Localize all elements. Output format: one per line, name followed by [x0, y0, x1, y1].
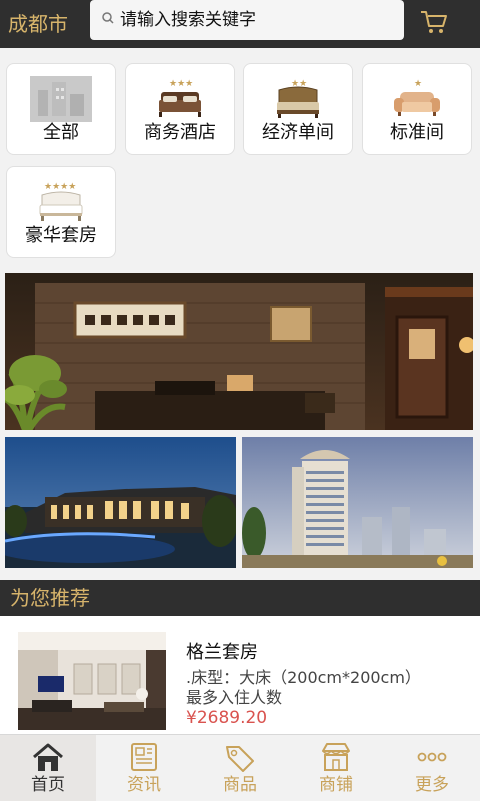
category-economy-room[interactable]: ★★ 经济单间: [243, 63, 353, 155]
product-thumbnail[interactable]: [18, 632, 166, 730]
product-name[interactable]: 格兰套房: [186, 638, 258, 664]
nav-label: 商铺: [319, 775, 353, 795]
nav-news[interactable]: 资讯: [96, 735, 192, 801]
category-label: 标准间: [390, 122, 444, 143]
recommend-title: 为您推荐: [10, 586, 90, 610]
category-standard-room[interactable]: ★ 标准间: [362, 63, 472, 155]
category-business-hotel[interactable]: ★★★ 商务酒店: [125, 63, 235, 155]
shop-icon: [322, 743, 350, 771]
nav-shops[interactable]: 商铺: [288, 735, 384, 801]
business-hotel-bed-icon: ★★★: [159, 79, 201, 117]
economy-room-bed-icon: ★★: [277, 79, 319, 118]
standard-room-sofa-icon: ★: [394, 79, 440, 116]
product-price: ¥2689.20: [186, 708, 268, 728]
recommend-header: 为您推荐: [0, 580, 480, 616]
nav-more[interactable]: 更多: [384, 735, 480, 801]
hotel-lobby-banner[interactable]: [5, 273, 473, 430]
category-all[interactable]: 全部: [6, 63, 116, 155]
category-label: 经济单间: [262, 122, 334, 143]
luxury-suite-bed-icon: ★★★★: [39, 182, 83, 221]
category-luxury-suite[interactable]: ★★★★ 豪华套房: [6, 166, 116, 258]
category-label: 全部: [43, 122, 79, 143]
svg-text:★★★: ★★★: [169, 79, 193, 89]
nav-home[interactable]: 首页: [0, 735, 96, 801]
svg-text:★★★★: ★★★★: [44, 182, 76, 192]
nav-label: 首页: [31, 775, 65, 795]
tag-icon: [226, 746, 254, 772]
resort-night-banner[interactable]: [5, 437, 236, 568]
nav-label: 更多: [415, 775, 449, 795]
nav-products[interactable]: 商品: [192, 735, 288, 801]
category-label: 商务酒店: [144, 122, 216, 143]
tower-hotel-banner[interactable]: [242, 437, 473, 568]
top-bar: 成都市 请输入搜索关键字: [0, 0, 480, 48]
cart-icon[interactable]: [418, 6, 450, 38]
search-input[interactable]: 请输入搜索关键字: [90, 0, 404, 40]
bottom-nav: 首页 资讯 商品 商铺 更多: [0, 734, 480, 801]
nav-label: 资讯: [127, 775, 161, 795]
product-card[interactable]: 格兰套房 .床型：大床（200cm*200cm） 最多入住人数 ¥2689.20: [0, 616, 480, 736]
search-placeholder: 请输入搜索关键字: [120, 10, 256, 30]
news-icon: [131, 743, 157, 771]
city-selector[interactable]: 成都市: [8, 8, 68, 40]
more-icon: [417, 752, 447, 762]
category-label: 豪华套房: [25, 225, 97, 246]
nav-label: 商品: [223, 775, 257, 795]
home-icon: [33, 743, 63, 771]
all-hotels-icon: [30, 76, 92, 122]
search-icon: [102, 12, 114, 24]
svg-text:★: ★: [414, 79, 422, 89]
product-capacity: 最多入住人数: [186, 688, 283, 707]
